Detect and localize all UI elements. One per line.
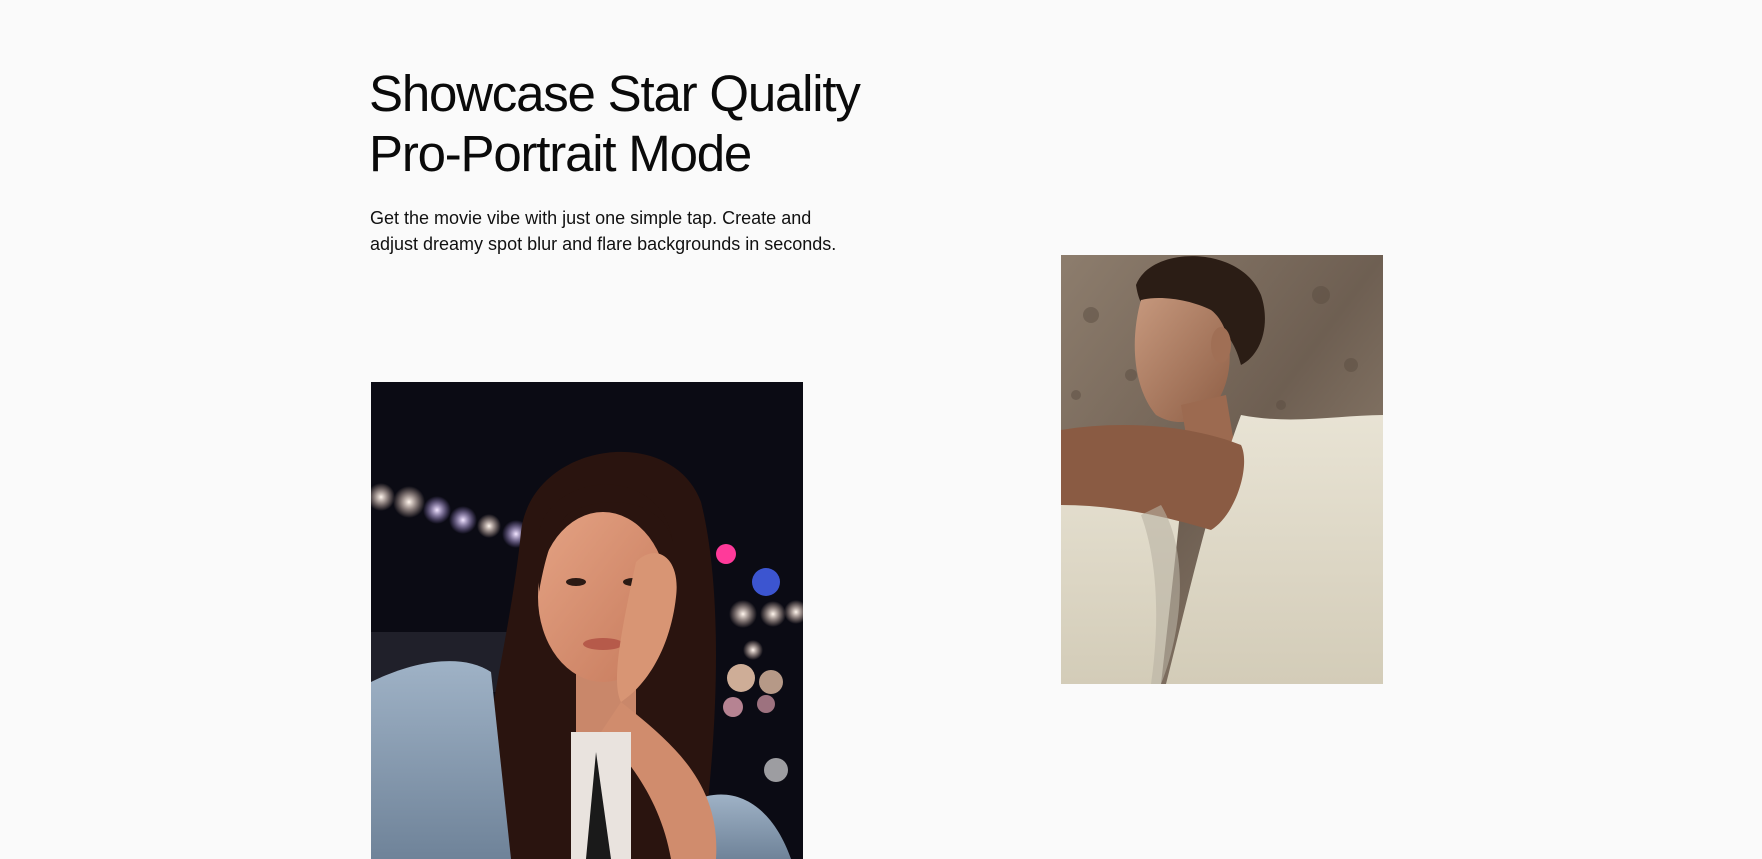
page-title: Showcase Star Quality Pro-Portrait Mode xyxy=(369,64,929,184)
description-line-1: Get the movie vibe with just one simple … xyxy=(370,208,812,228)
description-line-2: adjust dreamy spot blur and flare backgr… xyxy=(370,234,837,254)
feature-description: Get the movie vibe with just one simple … xyxy=(370,205,890,257)
portrait-photo-man xyxy=(1061,255,1383,684)
title-line-1: Showcase Star Quality xyxy=(369,65,861,122)
title-line-2: Pro-Portrait Mode xyxy=(369,125,752,182)
portrait-photo-woman xyxy=(371,382,803,859)
